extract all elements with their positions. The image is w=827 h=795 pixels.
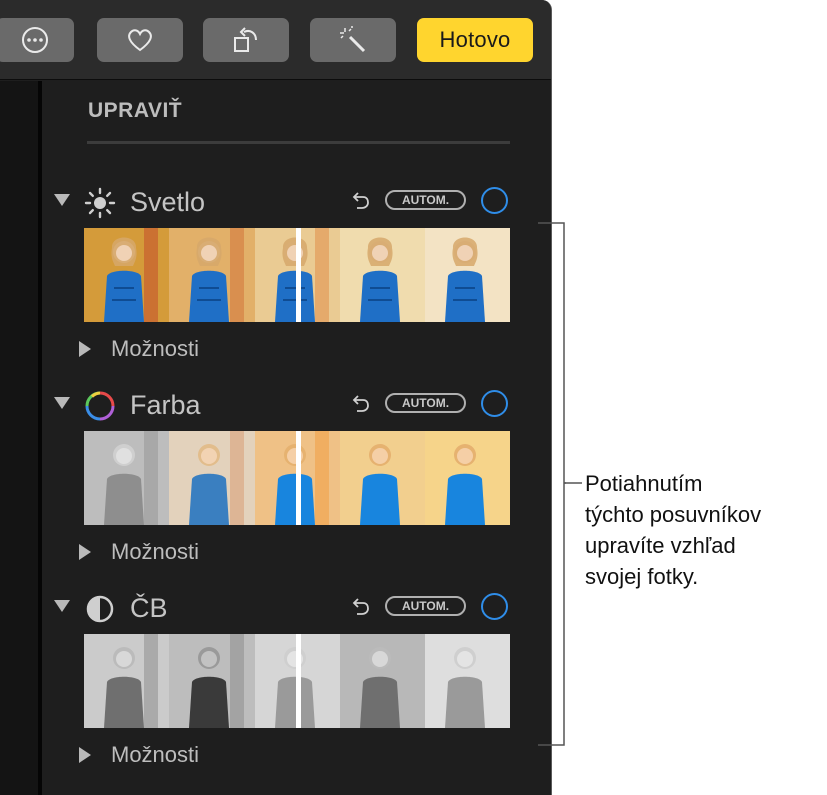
enable-toggle[interactable] <box>481 390 508 417</box>
ellipsis-circle-icon <box>22 27 48 53</box>
section-title: Svetlo <box>130 187 206 217</box>
rotate-button[interactable] <box>203 18 289 62</box>
options-disclosure[interactable]: Možnosti <box>79 336 199 362</box>
options-label: Možnosti <box>111 539 200 564</box>
color-wheel-icon <box>85 391 115 421</box>
panel-title: UPRAVIŤ <box>88 99 183 122</box>
revert-icon[interactable] <box>348 392 372 416</box>
adjust-panel: UPRAVIŤ Svetlo AUTOM. Možnosti Farba AUT… <box>42 81 551 795</box>
section-title: ČB <box>130 593 168 623</box>
slider-handle <box>296 634 301 728</box>
photo-canvas <box>0 81 38 795</box>
contrast-icon <box>86 595 114 623</box>
favorite-button[interactable] <box>97 18 183 62</box>
callout-leader <box>564 482 582 484</box>
slider-handle <box>296 431 301 525</box>
disclosure-triangle-right-icon <box>79 747 91 763</box>
revert-icon[interactable] <box>348 189 372 213</box>
panel-separator <box>87 141 510 144</box>
callout-text: Potiahnutím týchto posuvníkov upravíte v… <box>585 468 825 592</box>
callout-line: týchto posuvníkov <box>585 502 762 527</box>
enable-toggle[interactable] <box>481 187 508 214</box>
color-slider-strip[interactable] <box>84 431 510 525</box>
light-slider-strip[interactable] <box>84 228 510 322</box>
auto-button[interactable]: AUTOM. <box>385 393 466 413</box>
enable-toggle[interactable] <box>481 593 508 620</box>
section-color: Farba AUTOM. Možnosti <box>42 387 551 587</box>
callout-line: upravíte vzhľad <box>585 533 736 558</box>
disclosure-triangle-right-icon <box>79 341 91 357</box>
more-button[interactable] <box>0 18 74 62</box>
photos-edit-window: Hotovo UPRAVIŤ Svetlo AUTOM. Možnosti Fa… <box>0 0 552 795</box>
bw-slider-strip[interactable] <box>84 634 510 728</box>
options-label: Možnosti <box>111 742 200 767</box>
enhance-button[interactable] <box>310 18 396 62</box>
done-button[interactable]: Hotovo <box>417 18 533 62</box>
options-label: Možnosti <box>111 336 200 361</box>
disclosure-triangle-right-icon <box>79 544 91 560</box>
callout-line: Potiahnutím <box>585 471 703 496</box>
slider-handle <box>296 228 301 322</box>
disclosure-triangle-icon[interactable] <box>54 397 70 409</box>
callout-line: svojej fotky. <box>585 564 699 589</box>
auto-button[interactable]: AUTOM. <box>385 596 466 616</box>
rotate-icon <box>234 27 257 52</box>
magic-wand-icon <box>340 26 366 53</box>
annotation-bracket <box>538 222 566 746</box>
section-title: Farba <box>130 390 201 420</box>
options-disclosure[interactable]: Možnosti <box>79 539 199 565</box>
heart-icon <box>128 29 152 52</box>
section-bw: ČB AUTOM. Možnosti <box>42 590 551 790</box>
auto-button[interactable]: AUTOM. <box>385 190 466 210</box>
revert-icon[interactable] <box>348 595 372 619</box>
section-light: Svetlo AUTOM. Možnosti <box>42 184 551 384</box>
toolbar: Hotovo <box>0 0 551 80</box>
sun-icon <box>84 187 116 219</box>
options-disclosure[interactable]: Možnosti <box>79 742 199 768</box>
disclosure-triangle-icon[interactable] <box>54 194 70 206</box>
disclosure-triangle-icon[interactable] <box>54 600 70 612</box>
